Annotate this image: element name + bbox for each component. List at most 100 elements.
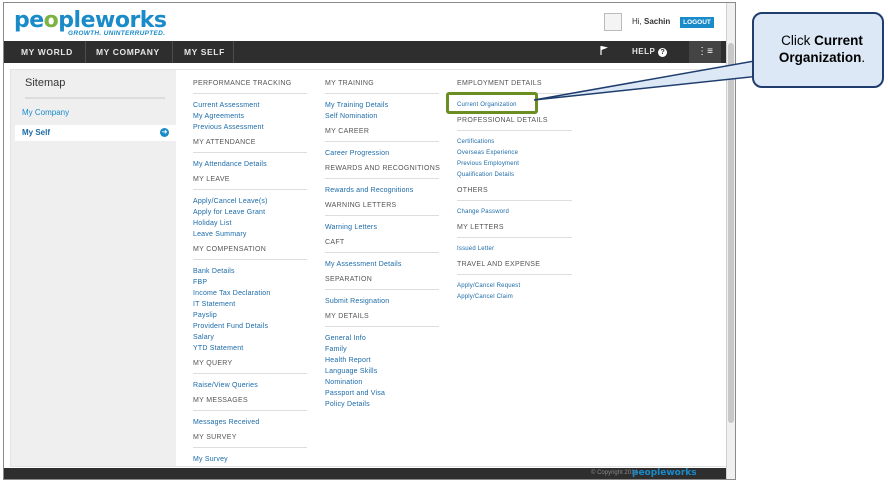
nav-divider (172, 41, 173, 63)
section-heading: PROFESSIONAL DETAILS (457, 117, 548, 124)
sidebar-item-label: My Self (22, 128, 51, 137)
section-heading: MY CAREER (325, 128, 370, 135)
link-raise-view-queries[interactable]: Raise/View Queries (193, 380, 307, 391)
link-ytd-statement[interactable]: YTD Statement (193, 343, 307, 354)
section-divider (325, 252, 439, 253)
link-health-report[interactable]: Health Report (325, 355, 440, 366)
logo-part-g: o (43, 8, 59, 33)
column-2: MY TRAINING My Training Details Self Nomin… (325, 78, 440, 414)
column-1: PERFORMANCE TRACKING Current Assessment My… (193, 78, 307, 469)
nav-my-world[interactable]: MY WORLD (21, 41, 73, 63)
section-heading: MY LETTERS (457, 224, 504, 231)
link-apply-cancel-request[interactable]: Apply/Cancel Request (457, 281, 572, 292)
logout-button[interactable]: LOGOUT (680, 17, 714, 28)
link-career-progression[interactable]: Career Progression (325, 148, 440, 159)
section-divider (325, 178, 439, 179)
link-my-training-details[interactable]: My Training Details (325, 100, 440, 111)
nav-divider (233, 41, 234, 63)
link-policy-details[interactable]: Policy Details (325, 399, 440, 410)
link-overseas-experience[interactable]: Overseas Experience (457, 148, 572, 159)
sitemap-sidebar: Sitemap My Company My Self ➜ (11, 70, 176, 466)
link-issued-letter[interactable]: Issued Letter (457, 244, 572, 255)
link-provident-fund-details[interactable]: Provident Fund Details (193, 321, 307, 332)
avatar[interactable] (604, 13, 622, 31)
main-nav: MY WORLD MY COMPANY MY SELF HELP? ⋮≡ (4, 41, 728, 63)
link-bank-details[interactable]: Bank Details (193, 266, 307, 277)
peopleworks-logo[interactable]: peopleworks GROWTH. UNINTERRUPTED. (14, 8, 167, 37)
link-fbp[interactable]: FBP (193, 277, 307, 288)
callout-suffix: . (861, 50, 866, 65)
help-icon: ? (658, 48, 668, 57)
nav-my-self[interactable]: MY SELF (184, 41, 225, 63)
section-heading: CAFT (325, 239, 345, 246)
section-divider (325, 326, 439, 327)
browser-window: peopleworks GROWTH. UNINTERRUPTED. Hi, S… (3, 2, 736, 480)
sidebar-item-my-self[interactable]: My Self ➜ (15, 125, 176, 141)
sidebar-item-my-company[interactable]: My Company (22, 108, 69, 117)
section-divider (325, 289, 439, 290)
highlight-box (446, 92, 538, 114)
link-rewards-and-recognitions[interactable]: Rewards and Recognitions (325, 185, 440, 196)
section-divider (457, 237, 572, 238)
copyright-text: © Copyright 2014 (591, 470, 638, 476)
link-my-survey[interactable]: My Survey (193, 454, 307, 465)
logo-tagline: GROWTH. UNINTERRUPTED. (68, 30, 166, 37)
section-heading: MY MESSAGES (193, 397, 248, 404)
flag-icon[interactable] (600, 45, 610, 57)
username: Sachin (644, 17, 671, 26)
link-apply-cancel-leave-s[interactable]: Apply/Cancel Leave(s) (193, 196, 307, 207)
link-nomination[interactable]: Nomination (325, 377, 440, 388)
help-label: HELP (632, 47, 656, 56)
link-self-nomination[interactable]: Self Nomination (325, 111, 440, 122)
link-previous-assessment[interactable]: Previous Assessment (193, 122, 307, 133)
callout-text: Click Current Organization. (764, 32, 880, 66)
link-my-agreements[interactable]: My Agreements (193, 111, 307, 122)
help-button[interactable]: HELP? (632, 41, 668, 63)
section-heading: MY LEAVE (193, 176, 230, 183)
scrollbar[interactable] (726, 3, 735, 479)
link-qualification-details[interactable]: Qualification Details (457, 170, 572, 181)
section-divider (325, 215, 439, 216)
link-language-skills[interactable]: Language Skills (325, 366, 440, 377)
link-warning-letters[interactable]: Warning Letters (325, 222, 440, 233)
link-messages-received[interactable]: Messages Received (193, 417, 307, 428)
link-apply-for-leave-grant[interactable]: Apply for Leave Grant (193, 207, 307, 218)
link-certifications[interactable]: Certifications (457, 137, 572, 148)
link-it-statement[interactable]: IT Statement (193, 299, 307, 310)
link-payslip[interactable]: Payslip (193, 310, 307, 321)
section-heading: EMPLOYMENT DETAILS (457, 80, 542, 87)
sidebar-divider (25, 97, 165, 99)
link-previous-employment[interactable]: Previous Employment (457, 159, 572, 170)
arrow-right-icon: ➜ (160, 128, 169, 137)
link-passport-and-visa[interactable]: Passport and Visa (325, 388, 440, 399)
link-my-assessment-details[interactable]: My Assessment Details (325, 259, 440, 270)
section-divider (457, 200, 572, 201)
footer: © Copyright 2014 peopleworks (4, 468, 728, 479)
section-heading: MY SURVEY (193, 434, 237, 441)
link-family[interactable]: Family (325, 344, 440, 355)
link-submit-resignation[interactable]: Submit Resignation (325, 296, 440, 307)
link-current-assessment[interactable]: Current Assessment (193, 100, 307, 111)
link-salary[interactable]: Salary (193, 332, 307, 343)
link-leave-summary[interactable]: Leave Summary (193, 229, 307, 240)
menu-icon[interactable]: ⋮≡ (689, 41, 721, 63)
section-heading: MY COMPENSATION (193, 246, 267, 253)
section-divider (457, 130, 572, 131)
user-greeting: Hi, Sachin (632, 17, 670, 26)
section-heading: REWARDS AND RECOGNITIONS (325, 165, 441, 172)
sitemap-panel: Sitemap My Company My Self ➜ PERFORMANCE… (10, 69, 728, 467)
instruction-callout: Click Current Organization. (752, 12, 884, 88)
section-divider (193, 259, 307, 260)
section-heading: MY DETAILS (325, 313, 369, 320)
link-apply-cancel-claim[interactable]: Apply/Cancel Claim (457, 292, 572, 303)
nav-my-company[interactable]: MY COMPANY (96, 41, 160, 63)
section-divider (193, 373, 307, 374)
link-my-attendance-details[interactable]: My Attendance Details (193, 159, 307, 170)
link-holiday-list[interactable]: Holiday List (193, 218, 307, 229)
scrollbar-thumb[interactable] (728, 43, 734, 423)
link-change-password[interactable]: Change Password (457, 207, 572, 218)
link-general-info[interactable]: General Info (325, 333, 440, 344)
logo-part-a: pe (14, 8, 44, 33)
link-income-tax-declaration[interactable]: Income Tax Declaration (193, 288, 307, 299)
